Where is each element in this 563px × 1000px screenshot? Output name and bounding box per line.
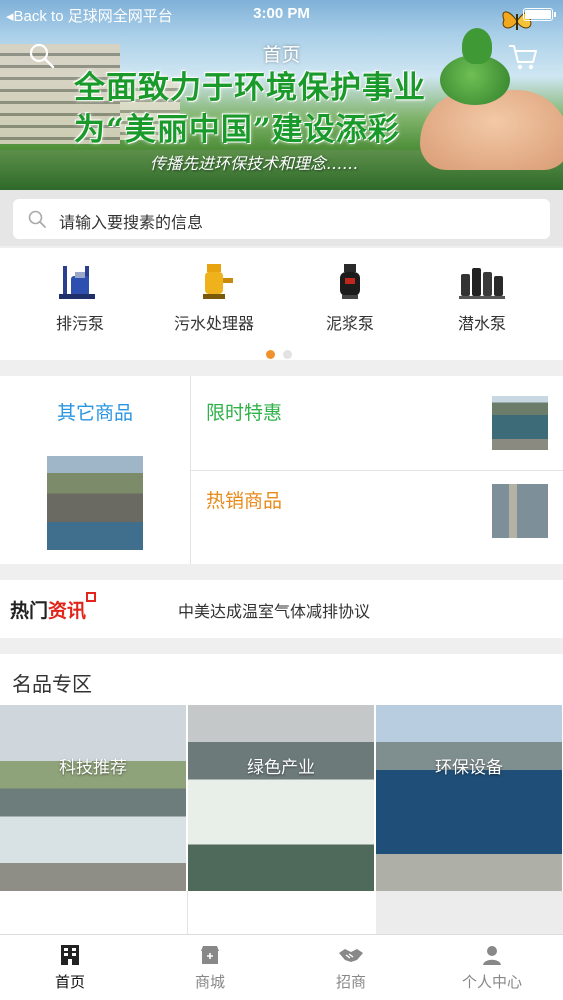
- brand-zone: 名品专区 科技推荐 绿色产业 环保设备: [0, 654, 563, 934]
- sewage-processor-icon: [203, 264, 233, 299]
- hot-news-bar[interactable]: 热门资讯 中美达成温室气体减排协议: [0, 580, 563, 638]
- tab-business[interactable]: 招商: [281, 943, 421, 992]
- tab-label: 个人中心: [461, 974, 522, 991]
- promo-section: 其它商品 限时特惠 热销商品: [0, 376, 563, 564]
- search-input[interactable]: 请输入要搜素的信息: [13, 199, 550, 239]
- tab-label: 招商: [335, 974, 366, 991]
- bottom-tab-bar: 首页 商城 招商 个人中心: [0, 934, 563, 1000]
- user-icon: [483, 946, 501, 965]
- limited-offer-image[interactable]: [492, 396, 548, 450]
- category-item-drain-pump[interactable]: 排污泵: [10, 262, 150, 342]
- search-bar: 请输入要搜素的信息: [0, 190, 563, 246]
- tab-label: 首页: [54, 974, 85, 991]
- banner-slogan-line3: 传播先进环保技术和理念……: [150, 154, 359, 173]
- pump-icon: [59, 266, 95, 299]
- search-icon[interactable]: [28, 42, 56, 70]
- cart-icon[interactable]: [507, 42, 539, 72]
- tile-caption: 科技推荐: [59, 758, 127, 777]
- search-placeholder: 请输入要搜素的信息: [59, 215, 204, 232]
- tab-profile[interactable]: 个人中心: [422, 943, 562, 992]
- battery-icon: [523, 8, 556, 21]
- divider: [191, 470, 563, 471]
- slurry-pump-icon: [340, 264, 360, 299]
- store-icon: [201, 946, 219, 964]
- empty-cell: [376, 891, 563, 934]
- tile-caption: 绿色产业: [247, 758, 315, 777]
- banner-slogan-line2: 为“美丽中国”建设添彩: [74, 112, 400, 148]
- tile-caption: 环保设备: [435, 758, 503, 777]
- tab-store[interactable]: 商城: [140, 943, 280, 992]
- hot-sale-image[interactable]: [492, 484, 548, 538]
- banner[interactable]: 全面致力于环境保护事业 为“美丽中国”建设添彩 传播先进环保技术和理念……: [0, 0, 563, 190]
- category-carousel: 排污泵 污水处理器 泥浆泵 潜水泵: [0, 248, 563, 360]
- divider: [187, 891, 188, 934]
- page-title: 首页: [262, 45, 301, 66]
- news-badge-icon: [86, 592, 97, 602]
- brand-tile-green[interactable]: 绿色产业: [188, 705, 374, 891]
- brand-tile-equipment[interactable]: 环保设备: [376, 705, 562, 891]
- limited-offer-title[interactable]: 限时特惠: [206, 398, 282, 425]
- carousel-dot[interactable]: [283, 350, 292, 359]
- category-label: 潜水泵: [457, 316, 506, 333]
- tab-label: 商城: [194, 974, 225, 991]
- status-bar: ◂Back to 足球网全网平台 3:00 PM: [0, 0, 563, 28]
- category-item-submersible-pump[interactable]: 潜水泵: [412, 262, 552, 342]
- status-time: 3:00 PM: [253, 5, 310, 22]
- hot-sale-title[interactable]: 热销商品: [206, 486, 282, 513]
- other-goods-image[interactable]: [47, 456, 143, 550]
- brand-tile-tech[interactable]: 科技推荐: [0, 705, 186, 891]
- category-label: 污水处理器: [173, 316, 254, 333]
- category-label: 泥浆泵: [325, 316, 374, 333]
- banner-slogan-line1: 全面致力于环境保护事业: [74, 70, 426, 106]
- hot-news-logo-b: 资讯: [48, 600, 87, 622]
- section-title: 名品专区: [12, 674, 92, 696]
- category-item-sewage-processor[interactable]: 污水处理器: [144, 262, 284, 342]
- category-item-slurry-pump[interactable]: 泥浆泵: [280, 262, 420, 342]
- magnifier-icon: [28, 210, 46, 228]
- submersible-pump-icon: [459, 268, 505, 299]
- news-headline[interactable]: 中美达成温室气体减排协议: [178, 598, 370, 622]
- carousel-dot-active[interactable]: [266, 350, 275, 359]
- home-page: 全面致力于环境保护事业 为“美丽中国”建设添彩 传播先进环保技术和理念…… ◂B…: [0, 0, 563, 1000]
- home-icon: [61, 945, 79, 965]
- handshake-icon: [339, 949, 363, 962]
- hot-news-logo: 热门资讯: [10, 592, 97, 623]
- carousel-indicator: [266, 344, 300, 363]
- category-label: 排污泵: [55, 316, 104, 333]
- other-goods-title[interactable]: 其它商品: [0, 398, 190, 425]
- hot-news-logo-a: 热门: [10, 600, 49, 622]
- tab-home[interactable]: 首页: [0, 943, 140, 992]
